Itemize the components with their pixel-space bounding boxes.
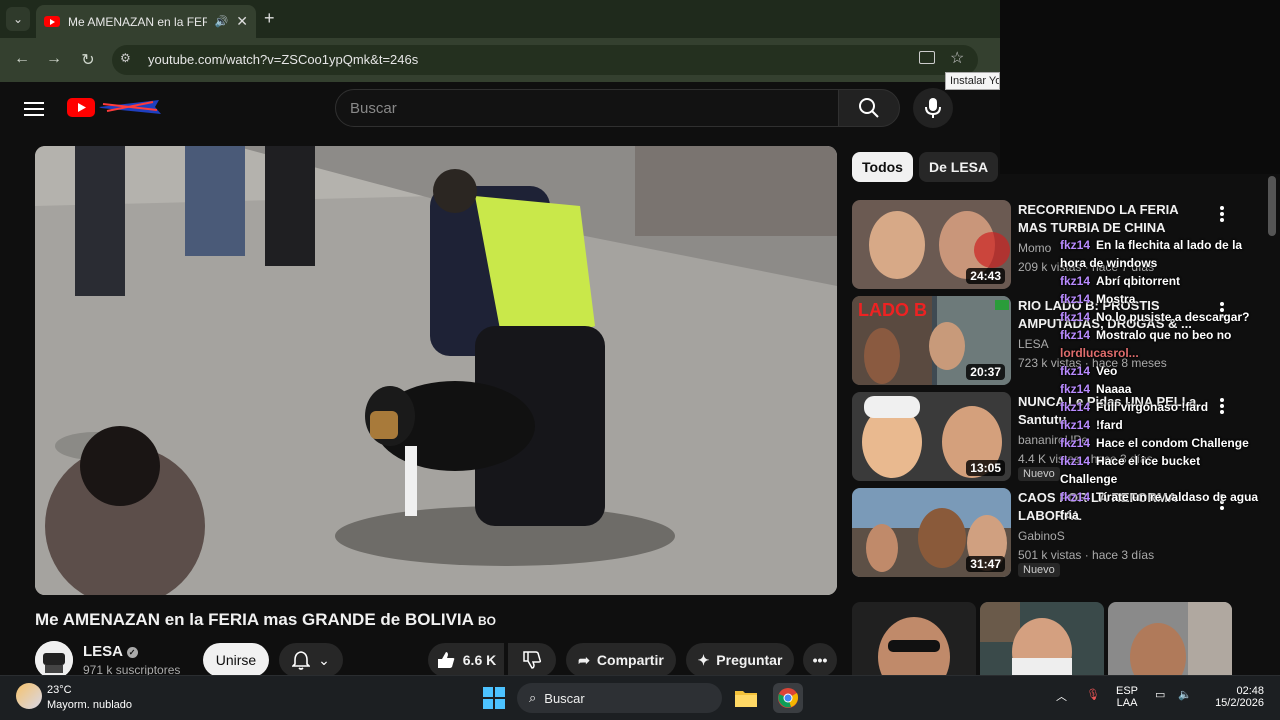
short-thumbnail[interactable] <box>980 602 1104 675</box>
more-actions-button[interactable]: ••• <box>803 643 837 677</box>
video-duration: 13:05 <box>966 460 1005 476</box>
reload-icon[interactable]: ↻ <box>78 50 98 70</box>
dislike-button[interactable] <box>508 643 556 677</box>
microphone-icon[interactable]: 🎙 <box>1086 688 1100 701</box>
related-title: RECORRIENDO LA FERIA MAS TURBIA DE CHINA <box>1018 202 1179 235</box>
chat-message: fkz14 Veo <box>1060 364 1118 378</box>
file-explorer-icon[interactable] <box>731 683 761 713</box>
taskbar-search[interactable]: ⌕ Buscar <box>517 683 722 713</box>
language-indicator[interactable]: ESP LAA <box>1116 685 1138 709</box>
search-icon <box>859 98 879 118</box>
thumbnail-label: LADO B <box>858 300 927 320</box>
microphone-icon <box>925 98 941 118</box>
back-icon[interactable]: ← <box>12 50 32 68</box>
chip-de-lesa[interactable]: De LESA <box>919 152 999 182</box>
video-thumbnail[interactable]: 31:47 <box>852 488 1011 577</box>
new-badge: Nuevo <box>1018 563 1060 577</box>
video-frame <box>35 146 837 595</box>
related-channel: LESA <box>1018 337 1049 351</box>
country-flag: BO <box>478 614 497 628</box>
sparkle-icon: ✦ <box>697 651 710 668</box>
video-thumbnail[interactable]: 24:43 <box>852 200 1011 289</box>
ask-button[interactable]: ✦ Preguntar <box>686 643 794 677</box>
voice-search-button[interactable] <box>913 88 953 128</box>
chat-message: fkz14 Mostra <box>1060 292 1136 306</box>
chat-message: fkz14 En la flechita al lado de la hora d… <box>1060 238 1243 270</box>
related-meta: 501 k vistas · hace 3 días <box>1018 548 1155 562</box>
more-options-icon[interactable] <box>1220 204 1226 224</box>
chevron-down-icon: ⌄ <box>318 651 330 668</box>
chat-message: lordlucasrol... <box>1060 346 1139 360</box>
close-tab-icon[interactable]: ✕ <box>236 13 248 30</box>
like-button[interactable]: 6.6 K <box>428 643 504 677</box>
video-duration: 24:43 <box>966 268 1005 284</box>
verified-icon: ✓ <box>126 646 138 658</box>
chat-message: fkz14 Mostralo que no beo no <box>1060 328 1232 342</box>
chat-message: fkz14 !fard <box>1060 418 1123 432</box>
search-button[interactable] <box>838 89 900 127</box>
search-input[interactable]: Buscar <box>335 89 839 127</box>
tab-title: Me AMENAZAN en la FERIA <box>68 14 207 29</box>
weather-condition: Mayorm. nublado <box>47 699 132 711</box>
clock[interactable]: 02:48 15/2/2026 <box>1204 685 1264 709</box>
network-icon[interactable]: ▭ <box>1155 688 1165 701</box>
tab-search-button[interactable]: ⌄ <box>6 7 30 31</box>
new-badge: Nuevo <box>1018 467 1060 481</box>
browser-tab[interactable]: Me AMENAZAN en la FERIA 🔊 ✕ <box>36 5 256 38</box>
channel-name[interactable]: LESA ✓ <box>83 643 138 660</box>
menu-icon[interactable] <box>24 98 44 120</box>
chrome-icon[interactable] <box>773 683 803 713</box>
desktop-background <box>1000 0 1280 174</box>
new-tab-button[interactable]: + <box>264 8 275 29</box>
bell-icon <box>292 651 311 670</box>
related-channel: Momo <box>1018 241 1052 255</box>
video-player[interactable] <box>35 146 837 595</box>
video-thumbnail[interactable]: 13:05 <box>852 392 1011 481</box>
video-duration: 20:37 <box>966 364 1005 380</box>
chat-message: fkz14 No lo pusiste a descargar? <box>1060 310 1250 324</box>
volume-icon[interactable]: 🔈 <box>1178 688 1192 701</box>
url-text: youtube.com/watch?v=ZSCoo1ypQmk&t=246s <box>148 52 419 67</box>
windows-start-icon[interactable] <box>479 683 509 713</box>
short-thumbnail[interactable] <box>852 602 976 675</box>
chat-overlay: fkz14 En la flechita al lado de la hora d… <box>1060 236 1260 524</box>
bookmark-star-icon[interactable]: ☆ <box>950 48 964 68</box>
share-icon: ➦ <box>578 651 590 668</box>
install-app-icon[interactable] <box>919 51 935 64</box>
sidebar-scrollbar[interactable] <box>1268 176 1276 236</box>
youtube-favicon-icon <box>44 16 60 27</box>
video-duration: 31:47 <box>966 556 1005 572</box>
chat-message: fkz14 Hace el ice bucket Challenge <box>1060 454 1201 486</box>
forward-icon[interactable]: → <box>44 50 64 68</box>
weather-temp: 23°C <box>47 684 72 696</box>
short-thumbnail[interactable] <box>1108 602 1232 675</box>
chat-message: fkz14 Abrí qbitorrent <box>1060 274 1181 288</box>
thumbs-up-icon <box>437 652 455 668</box>
install-tooltip: Instalar Yo <box>945 72 1000 90</box>
chat-message: fkz14 Tírate un re valdaso de agua fria <box>1060 490 1259 522</box>
share-button[interactable]: ➦ Compartir <box>566 643 676 677</box>
search-icon: ⌕ <box>529 690 537 705</box>
video-thumbnail[interactable]: LADO B 20:37 <box>852 296 1011 385</box>
tray-chevron-icon[interactable]: ︿ <box>1056 688 1067 704</box>
channel-avatar[interactable] <box>35 641 73 679</box>
chip-todos[interactable]: Todos <box>852 152 913 182</box>
more-icon: ••• <box>812 652 828 668</box>
site-info-icon[interactable]: ⚙ <box>120 51 136 67</box>
weather-icon[interactable] <box>16 683 42 709</box>
related-channel: GabinoS <box>1018 529 1065 543</box>
like-count: 6.6 K <box>462 652 497 668</box>
youtube-logo[interactable] <box>67 96 162 118</box>
speaker-icon: 🔊 <box>214 16 229 28</box>
chat-message: fkz14 Full virgonaso !fard <box>1060 400 1209 414</box>
thumbs-down-icon <box>523 651 542 669</box>
chat-message: fkz14 Naaaa <box>1060 382 1132 396</box>
video-title: Me AMENAZAN en la FERIA mas GRANDE de BO… <box>35 610 497 629</box>
notifications-button[interactable]: ⌄ <box>279 643 343 677</box>
join-button[interactable]: Unirse <box>203 643 269 677</box>
chat-message: fkz14 Hace el condom Challenge <box>1060 436 1249 450</box>
